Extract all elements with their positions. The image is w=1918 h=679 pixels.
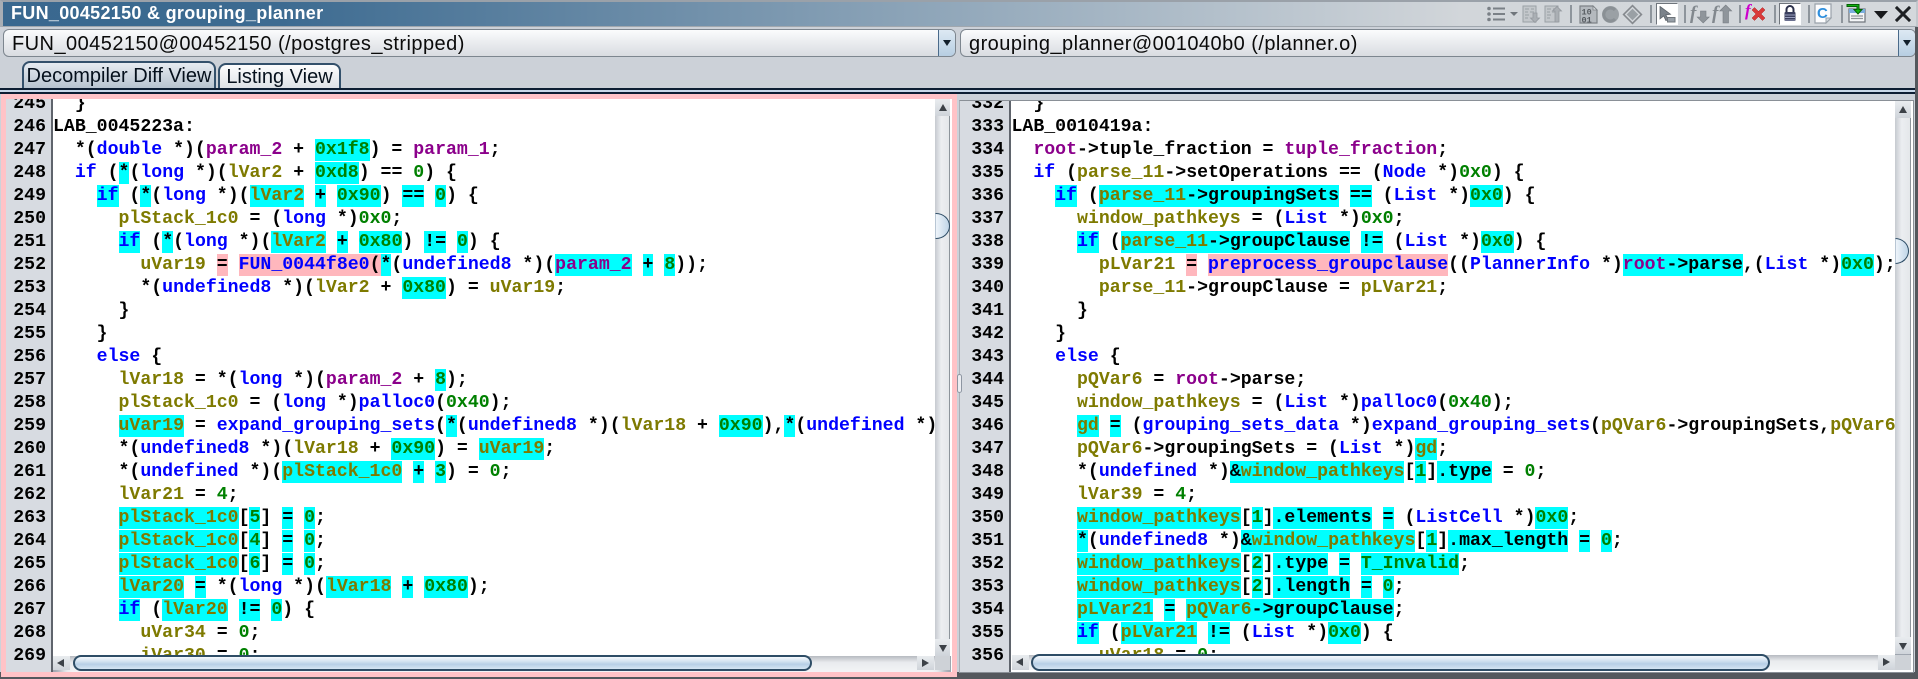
svg-text:01: 01 (1582, 16, 1592, 25)
svg-text:f: f (1690, 4, 1698, 24)
svg-text:f: f (1712, 4, 1720, 24)
svg-text:C: C (1817, 5, 1828, 22)
svg-text:f: f (1745, 3, 1753, 20)
